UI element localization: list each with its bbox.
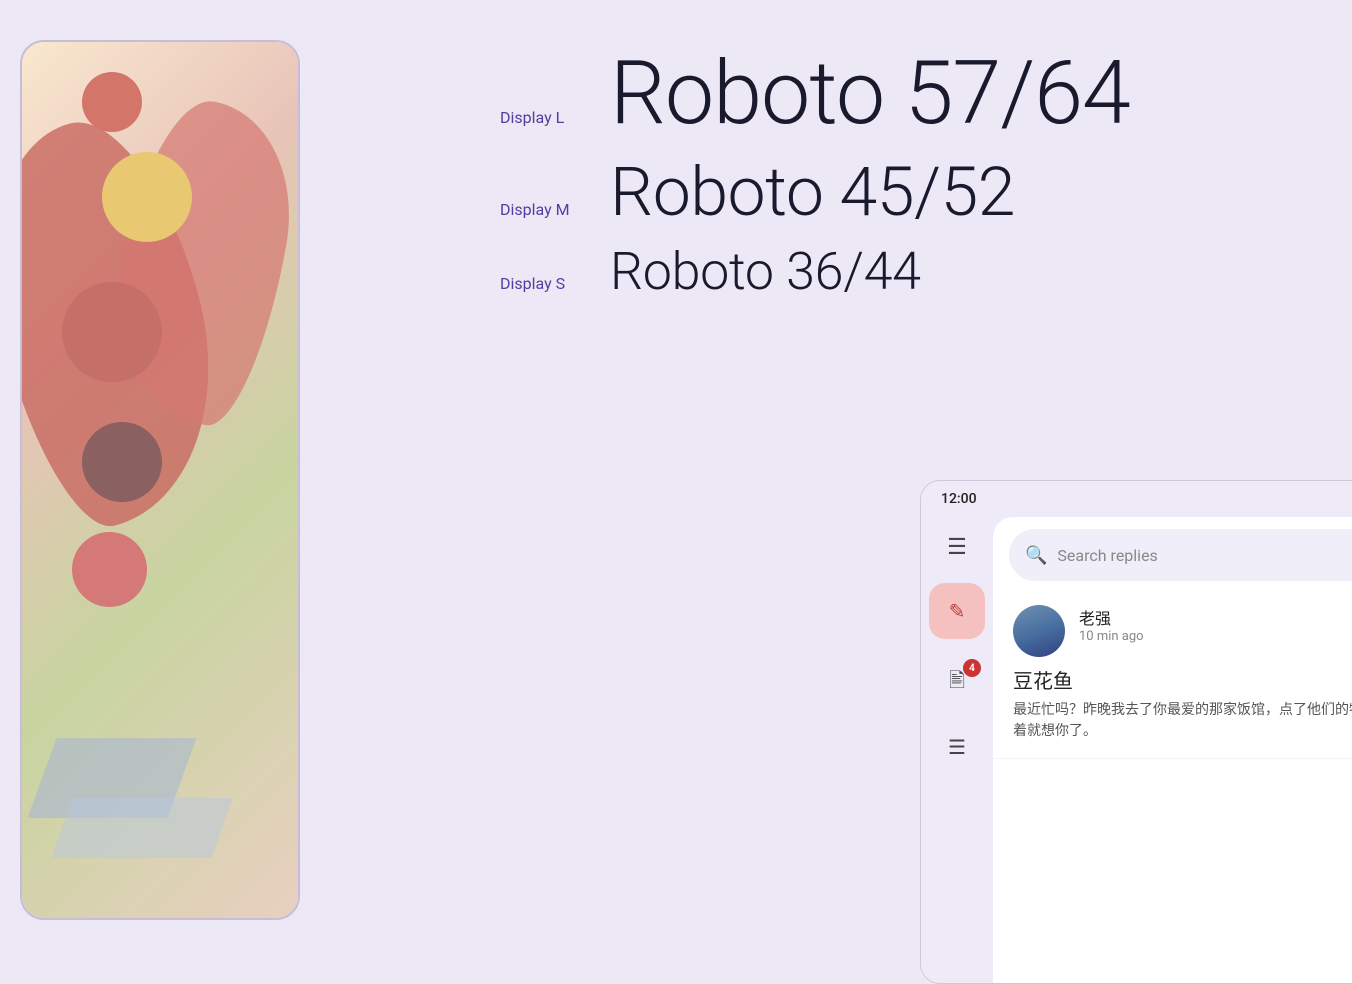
type-specimen-display-s: Roboto 36/44 xyxy=(610,246,921,298)
status-bar: 12:00 xyxy=(921,481,1352,517)
sidebar-compose-button[interactable]: ✎ xyxy=(929,583,985,639)
type-row-display-m: Display M Roboto 45/52 xyxy=(500,158,1312,226)
type-label-display-s: Display S xyxy=(500,274,610,293)
message-sender-name: 老强 xyxy=(1079,605,1352,629)
type-row-display-l: Display L Roboto 57/64 xyxy=(500,50,1312,138)
notes-icon: ☰ xyxy=(948,735,966,759)
message-subject: 豆花鱼 xyxy=(1013,665,1352,694)
search-placeholder: Search replies xyxy=(1057,546,1352,565)
status-time: 12:00 xyxy=(941,491,977,507)
message-content-area: ☰ ✎ 🖹 4 ☰ 🔍 Search replies xyxy=(921,517,1352,983)
phone-frame xyxy=(20,40,300,920)
phone-mockup xyxy=(0,0,320,964)
sidebar-inbox-icon[interactable]: 🖹 4 xyxy=(937,663,977,703)
type-row-display-s: Display S Roboto 36/44 xyxy=(500,246,1312,298)
sidebar-notes-icon[interactable]: ☰ xyxy=(937,727,977,767)
type-label-display-l: Display L xyxy=(500,108,610,127)
message-sender-info: 老强 10 min ago xyxy=(1079,605,1352,644)
message-time: 10 min ago xyxy=(1079,629,1352,644)
decorative-blob-2 xyxy=(102,152,192,242)
sender-avatar-image xyxy=(1013,605,1065,657)
decorative-blob-1 xyxy=(82,72,142,132)
decorative-blob-4 xyxy=(82,422,162,502)
search-bar[interactable]: 🔍 Search replies 👤 xyxy=(1009,529,1352,581)
messaging-mockup: 12:00 ☰ ✎ 🖹 4 ☰ xyxy=(920,480,1352,984)
decorative-geom-2 xyxy=(51,798,233,858)
type-label-display-m: Display M xyxy=(500,200,610,219)
type-specimen-display-l: Roboto 57/64 xyxy=(610,50,1130,138)
typography-section: Display L Roboto 57/64 Display M Roboto … xyxy=(460,20,1352,348)
inbox-badge: 4 xyxy=(963,659,981,677)
menu-icon: ☰ xyxy=(947,535,967,560)
message-item-header: 老强 10 min ago ☆ xyxy=(1013,605,1352,657)
decorative-blob-5 xyxy=(72,532,147,607)
compose-icon: ✎ xyxy=(949,599,966,623)
phone-illustration xyxy=(22,42,298,918)
search-icon: 🔍 xyxy=(1025,545,1047,566)
message-preview: 最近忙吗？昨晚我去了你最爱的那家饭馆，点了他们的特色豆花鱼，吃着吃着就想你了。 xyxy=(1013,700,1352,742)
message-list: 🔍 Search replies 👤 老强 10 min ago xyxy=(993,517,1352,983)
decorative-blob-3 xyxy=(62,282,162,382)
sender-avatar xyxy=(1013,605,1065,657)
type-specimen-display-m: Roboto 45/52 xyxy=(610,158,1015,226)
sidebar-menu-icon[interactable]: ☰ xyxy=(937,527,977,567)
message-item[interactable]: 老强 10 min ago ☆ 豆花鱼 最近忙吗？昨晚我去了你最爱的那家饭馆，点… xyxy=(993,589,1352,759)
message-sidebar: ☰ ✎ 🖹 4 ☰ xyxy=(921,517,993,983)
